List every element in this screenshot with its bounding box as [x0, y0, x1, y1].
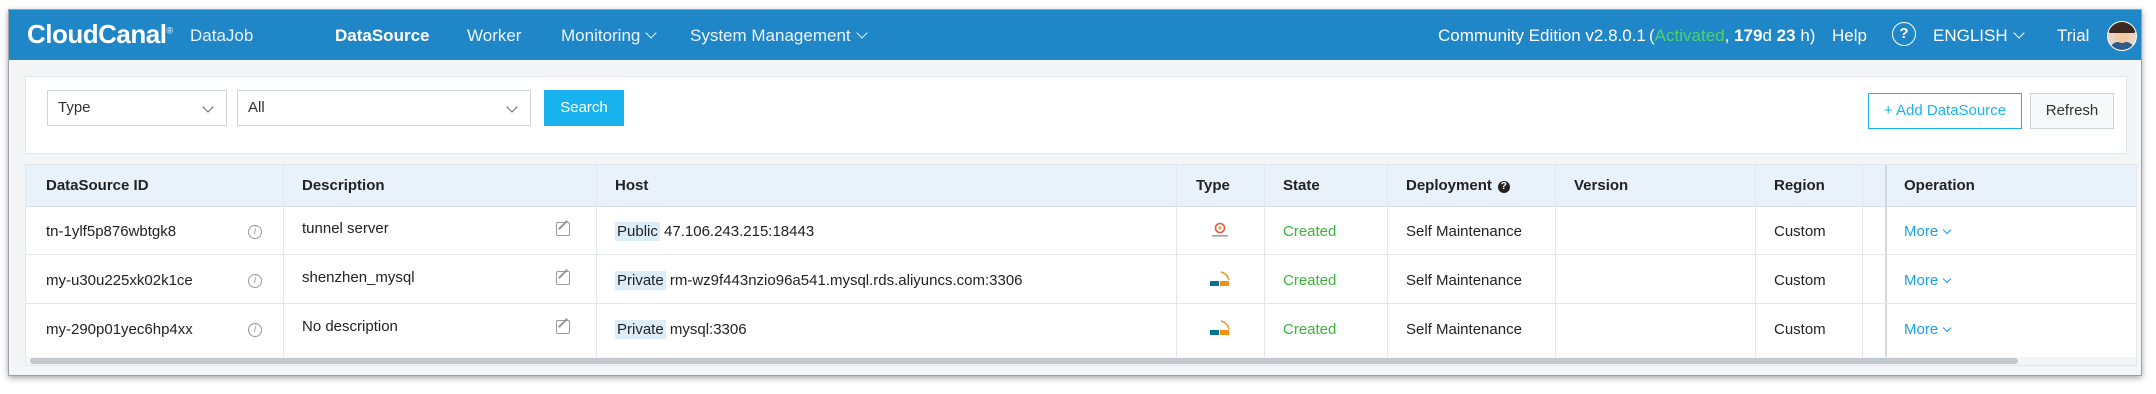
add-datasource-button[interactable]: + Add DataSource: [1868, 93, 2022, 129]
table-row[interactable]: my-290p01yec6hp4xx i No description Priv…: [26, 304, 2136, 352]
question-circle-icon[interactable]: ?: [1892, 22, 1916, 46]
host-cell: Private rm-wz9f443nzio96a541.mysql.rds.a…: [615, 271, 1023, 290]
table-row[interactable]: my-u30u225xk02k1ce i shenzhen_mysql Priv…: [26, 255, 2136, 304]
datasource-id[interactable]: tn-1ylf5p876wbtgk8: [46, 223, 176, 240]
column-header-host[interactable]: Host: [615, 177, 648, 194]
region-text: Custom: [1774, 272, 1826, 289]
chevron-down-icon: [645, 27, 658, 39]
chevron-down-icon: [1942, 274, 1952, 284]
scrollbar-thumb[interactable]: [30, 358, 2018, 364]
edition-label: Community Edition v2.8.0.1: [1438, 26, 1646, 45]
activated-status: Activated: [1654, 26, 1725, 45]
more-dropdown[interactable]: More: [1904, 321, 1952, 338]
filter-bar: Type All Search + Add DataSource Refresh: [25, 76, 2127, 154]
user-avatar[interactable]: [2107, 21, 2137, 51]
nav-datajob[interactable]: DataJob: [190, 26, 253, 46]
more-dropdown[interactable]: More: [1904, 223, 1952, 240]
host-cell: Public 47.106.243.215:18443: [615, 222, 815, 241]
deployment-text: Self Maintenance: [1406, 321, 1522, 338]
chevron-down-icon: [855, 27, 868, 39]
search-button[interactable]: Search: [544, 90, 624, 126]
state-text: Created: [1283, 272, 1337, 289]
horizontal-scrollbar[interactable]: [26, 357, 2136, 365]
datasource-table: DataSource ID Description Host Type Stat…: [25, 164, 2137, 366]
column-header-description[interactable]: Description: [302, 177, 385, 194]
state-text: Created: [1283, 321, 1337, 338]
column-header-id[interactable]: DataSource ID: [46, 177, 149, 194]
nav-datasource[interactable]: DataSource: [335, 26, 429, 46]
mysql-icon: [1210, 320, 1230, 335]
info-icon[interactable]: i: [248, 274, 262, 288]
nav-worker[interactable]: Worker: [467, 26, 521, 46]
trial-label: Trial: [2057, 26, 2090, 45]
nav-system-management[interactable]: System Management: [690, 26, 868, 46]
chevron-down-icon: [1942, 225, 1952, 235]
column-header-operation[interactable]: Operation: [1904, 177, 1975, 194]
info-icon[interactable]: i: [248, 323, 262, 337]
top-navbar: CloudCanal® DataJob DataSource Worker Mo…: [9, 10, 2141, 60]
more-dropdown[interactable]: More: [1904, 272, 1952, 289]
datasource-id[interactable]: my-290p01yec6hp4xx: [46, 321, 193, 338]
network-tag: Private: [615, 320, 666, 339]
nav-monitoring[interactable]: Monitoring: [561, 26, 658, 46]
column-header-deployment[interactable]: Deployment?: [1406, 177, 1510, 194]
description-text: shenzhen_mysql: [302, 269, 415, 286]
info-icon[interactable]: i: [248, 225, 262, 239]
tunnel-icon: [1212, 222, 1228, 237]
chevron-down-icon: [2012, 27, 2025, 39]
chevron-down-icon: [506, 101, 518, 113]
table-header: DataSource ID Description Host Type Stat…: [26, 165, 2136, 207]
column-header-state[interactable]: State: [1283, 177, 1320, 194]
mysql-icon: [1210, 271, 1230, 286]
datasource-id[interactable]: my-u30u225xk02k1ce: [46, 272, 193, 289]
edit-icon[interactable]: [556, 222, 570, 236]
refresh-button[interactable]: Refresh: [2030, 93, 2114, 129]
column-header-version[interactable]: Version: [1574, 177, 1628, 194]
cloudcanal-logo[interactable]: CloudCanal®: [27, 19, 173, 50]
help-link[interactable]: Help: [1832, 26, 1867, 46]
question-circle-icon[interactable]: ?: [1497, 181, 1510, 193]
deployment-text: Self Maintenance: [1406, 272, 1522, 289]
description-text: tunnel server: [302, 220, 389, 237]
deployment-text: Self Maintenance: [1406, 223, 1522, 240]
chevron-down-icon: [202, 101, 214, 113]
description-text: No description: [302, 318, 398, 335]
column-header-region[interactable]: Region: [1774, 177, 1825, 194]
region-text: Custom: [1774, 223, 1826, 240]
type-value-select[interactable]: All: [237, 90, 531, 126]
region-text: Custom: [1774, 321, 1826, 338]
edit-icon[interactable]: [556, 271, 570, 285]
network-tag: Private: [615, 271, 666, 290]
state-text: Created: [1283, 223, 1337, 240]
network-tag: Public: [615, 222, 660, 241]
app-window: CloudCanal® DataJob DataSource Worker Mo…: [8, 9, 2142, 376]
chevron-down-icon: [1942, 323, 1952, 333]
table-row[interactable]: tn-1ylf5p876wbtgk8 i tunnel server Publi…: [26, 206, 2136, 255]
column-header-type[interactable]: Type: [1196, 177, 1230, 194]
edit-icon[interactable]: [556, 320, 570, 334]
language-selector[interactable]: ENGLISH: [1933, 26, 2025, 46]
host-cell: Private mysql:3306: [615, 320, 747, 339]
type-select[interactable]: Type: [47, 90, 227, 126]
license-status: (Activated, 179d 23 h): [1649, 26, 1816, 45]
